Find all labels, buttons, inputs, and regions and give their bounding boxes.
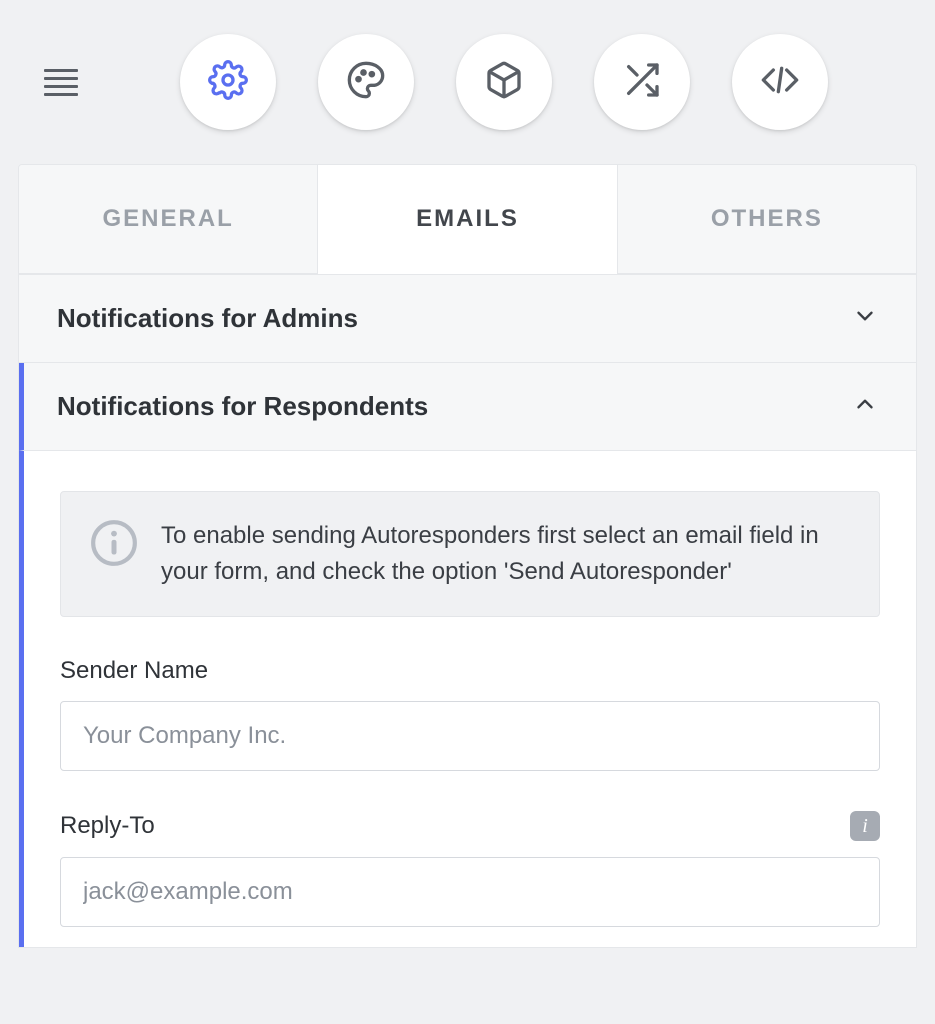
sender-name-label: Sender Name: [60, 657, 208, 685]
top-toolbar: [0, 0, 935, 164]
gear-icon: [208, 60, 248, 105]
info-callout: To enable sending Autoresponders first s…: [60, 491, 880, 617]
code-nav-button[interactable]: [732, 34, 828, 130]
menu-button[interactable]: [44, 69, 78, 96]
tab-general[interactable]: GENERAL: [19, 165, 317, 274]
reply-to-label: Reply-To: [60, 812, 155, 840]
shuffle-icon: [622, 60, 662, 105]
components-nav-button[interactable]: [456, 34, 552, 130]
section-respondents-title: Notifications for Respondents: [57, 391, 428, 422]
section-admins-title: Notifications for Admins: [57, 303, 358, 334]
theme-nav-button[interactable]: [318, 34, 414, 130]
reply-to-input[interactable]: [60, 857, 880, 927]
palette-icon: [346, 60, 386, 105]
tab-bar: GENERAL EMAILS OTHERS: [19, 165, 916, 274]
section-respondents-header[interactable]: Notifications for Respondents: [19, 363, 916, 450]
chevron-up-icon: [852, 391, 878, 422]
info-icon: [89, 518, 139, 573]
tab-others[interactable]: OTHERS: [618, 165, 916, 274]
tab-emails[interactable]: EMAILS: [317, 165, 617, 274]
integrations-nav-button[interactable]: [594, 34, 690, 130]
section-respondents-body: To enable sending Autoresponders first s…: [19, 450, 916, 947]
section-admins: Notifications for Admins: [19, 274, 916, 362]
cube-icon: [484, 60, 524, 105]
code-icon: [760, 60, 800, 105]
section-respondents: Notifications for Respondents To enable …: [19, 362, 916, 947]
info-text: To enable sending Autoresponders first s…: [161, 518, 851, 590]
chevron-down-icon: [852, 303, 878, 334]
field-sender-name: Sender Name: [60, 657, 880, 771]
field-reply-to: Reply-To i: [60, 811, 880, 927]
section-admins-header[interactable]: Notifications for Admins: [19, 275, 916, 362]
settings-nav-button[interactable]: [180, 34, 276, 130]
sender-name-input[interactable]: [60, 701, 880, 771]
reply-to-help-icon[interactable]: i: [850, 811, 880, 841]
settings-panel: GENERAL EMAILS OTHERS Notifications for …: [18, 164, 917, 948]
